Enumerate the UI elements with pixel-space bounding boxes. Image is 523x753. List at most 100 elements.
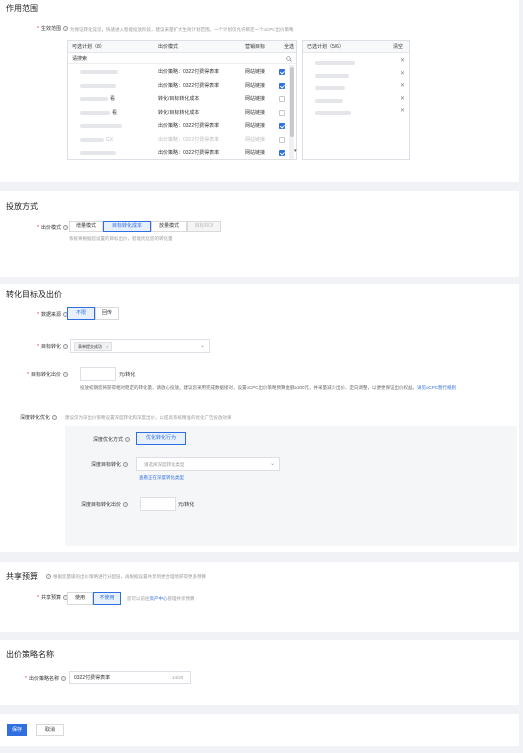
- selected-plan-row: ✕: [303, 70, 409, 81]
- available-scrollbar[interactable]: [289, 65, 294, 159]
- plan-row[interactable]: 出价策略：0322付费得表率 网站链接: [68, 120, 288, 132]
- budget-title: 共享预算: [6, 572, 38, 581]
- strategy-card: 出价策略名称 * 出价策略名称? 0322付费得表率 14/20: [0, 640, 519, 705]
- data-source-callback[interactable]: 回传: [95, 307, 119, 320]
- plan-name-redacted: [80, 151, 116, 155]
- plan-name-redacted: [80, 110, 110, 115]
- budget-note: 您可以前往资产中心管理共享预算: [127, 596, 195, 601]
- column-target: 营销目标: [245, 44, 266, 50]
- select-all-link[interactable]: 全选: [284, 44, 294, 50]
- plan-name-redacted: [80, 124, 122, 128]
- plan-row[interactable]: GX 出价策略：0322付费得表率 网站链接: [68, 134, 288, 146]
- plan-checkbox[interactable]: [279, 96, 285, 102]
- deep-method-label: 深度优化方式?: [93, 437, 131, 443]
- plan-checkbox[interactable]: [279, 69, 285, 75]
- deep-bid-label: 深度目标转化出价?: [81, 502, 129, 508]
- save-button[interactable]: 保存: [7, 724, 27, 736]
- plan-name-suffix: 看: [110, 96, 116, 102]
- tag-close-icon[interactable]: ×: [106, 344, 108, 349]
- plan-row[interactable]: 出价策略：0322付费得表率 网站链接: [68, 80, 288, 92]
- selected-header: 已选计划（5/6）: [307, 44, 344, 50]
- plan-target: 网站链接: [245, 69, 266, 75]
- strategy-name-label: * 出价策略名称?: [25, 676, 66, 682]
- plan-row[interactable]: 看 转化/目标转化成本 网站链接: [68, 93, 288, 105]
- plan-checkbox[interactable]: [279, 123, 285, 129]
- plan-target: 网站链接: [245, 109, 266, 116]
- plan-name-redacted: [80, 83, 116, 88]
- budget-not-use[interactable]: 不使用: [93, 592, 121, 605]
- plan-target: 网站链接: [245, 123, 266, 129]
- selected-plan-row: ✕: [303, 82, 409, 93]
- deep-target-link[interactable]: 查看正在深度转化类型: [139, 475, 184, 480]
- plan-checkbox[interactable]: [279, 109, 285, 116]
- chevron-down-icon[interactable]: ⌄: [200, 343, 205, 350]
- remove-icon[interactable]: ✕: [400, 96, 405, 103]
- plan-bid-mode: 转化/目标转化成本: [158, 109, 200, 116]
- plan-name-redacted: [80, 97, 108, 101]
- cancel-button[interactable]: 取消: [36, 724, 64, 736]
- target-bid-label: * 目标转化出价?: [27, 372, 68, 378]
- deep-opt-panel: 深度优化方式? 优化转化行为 深度目标转化? 请选择深度转化类型 ⌄ 查看正在深…: [65, 426, 517, 546]
- budget-label: * 共享预算?: [37, 595, 68, 601]
- target-bid-input[interactable]: [80, 367, 116, 381]
- deep-bid-input[interactable]: [140, 497, 176, 511]
- selected-plans-panel: 已选计划（5/6） 清空 ✕ ✕ ✕ ✕ ✕: [302, 40, 410, 160]
- asset-center-link[interactable]: 资产中心: [150, 596, 168, 601]
- bid-mode-incremental[interactable]: 增量模式: [69, 221, 103, 232]
- plan-row[interactable]: 看 转化/目标转化成本 网站链接: [68, 107, 288, 119]
- budget-hint: ! 根据您量级的出价策略进行分配层，再根据设置共享到更合理地获得更多预算: [46, 574, 206, 580]
- target-conversion-select[interactable]: 表单提交成功 × ⌄: [70, 339, 210, 353]
- bid-mode-hint: 系统将根据您设置的目标出价，智能优化您的转化量: [69, 236, 173, 241]
- bid-mode-roi: 目标ROI: [187, 221, 221, 232]
- help-icon: ?: [61, 676, 66, 682]
- search-icon[interactable]: [286, 56, 292, 62]
- scope-card: 作用范围 * 生效范围? 为保证转化竞见，快速进入智能投放阶段，建议采量扩大生效计…: [0, 0, 519, 182]
- plan-checkbox[interactable]: [279, 82, 285, 89]
- plan-bid-mode: 出价策略：0322付费得表率: [158, 123, 220, 129]
- bid-mode-volume[interactable]: 放量模式: [151, 221, 187, 232]
- available-header: 可选计划（8）: [72, 44, 105, 50]
- help-icon: ?: [63, 372, 68, 378]
- scrollbar-thumb[interactable]: [289, 67, 294, 137]
- clear-link[interactable]: 清空: [393, 44, 403, 50]
- delivery-title: 投放方式: [6, 202, 38, 211]
- selected-plan-row: ✕: [303, 57, 409, 68]
- remove-icon[interactable]: ✕: [400, 108, 405, 115]
- remove-icon[interactable]: ✕: [400, 71, 405, 78]
- chevron-down-icon[interactable]: ⌄: [270, 461, 275, 468]
- column-mode: 出价模式: [158, 44, 179, 50]
- help-icon: ?: [52, 415, 58, 421]
- plan-checkbox[interactable]: [279, 136, 285, 143]
- scope-title: 作用范围: [6, 4, 38, 13]
- plan-target: 网站链接: [245, 96, 266, 102]
- plan-row[interactable]: 出价策略：0322付费得表率 网站链接: [68, 147, 288, 159]
- effect-plan-hint: 为保证转化竞见，快速进入智能投放阶段，建议采量扩大生效计划范围。一个计划仅允许绑…: [70, 27, 294, 32]
- target-conversion-label: * 目标转化?: [37, 344, 68, 350]
- strategy-name-value[interactable]: 0322付费得表率: [74, 675, 110, 681]
- ocpc-rules-link[interactable]: 详见oCPC暂行规则: [417, 385, 456, 390]
- remove-icon[interactable]: ✕: [400, 58, 405, 65]
- help-icon: ?: [63, 225, 68, 231]
- bid-mode-label: * 出价模式?: [37, 225, 68, 231]
- plan-search-box[interactable]: 请搜索: [68, 54, 296, 64]
- chevron-down-icon[interactable]: ▾: [294, 148, 297, 154]
- plan-search-input[interactable]: 请搜索: [72, 56, 87, 62]
- selected-plan-name-redacted: [315, 98, 343, 103]
- strategy-name-counter: 14/20: [172, 675, 184, 680]
- bid-mode-target-cost[interactable]: 目标转化成本: [103, 221, 151, 232]
- plan-bid-mode: 出价策略：0322付费得表率: [158, 150, 220, 156]
- deep-method-button[interactable]: 优化转化行为: [136, 432, 186, 445]
- footer-bar: 保存 取消: [0, 714, 519, 746]
- data-source-unlimited[interactable]: 不限: [67, 307, 95, 320]
- deep-target-select[interactable]: 请选择深度转化类型 ⌄: [136, 457, 280, 471]
- plan-row[interactable]: 出价策略：0322付费得表率 网站链接: [68, 66, 288, 78]
- selected-plan-row: ✕: [303, 95, 409, 106]
- strategy-name-input[interactable]: 0322付费得表率 14/20: [69, 671, 191, 684]
- target-tag[interactable]: 表单提交成功 ×: [74, 342, 113, 351]
- budget-use[interactable]: 使用: [67, 592, 93, 605]
- remove-icon[interactable]: ✕: [400, 83, 405, 90]
- plan-bid-mode: 出价策略：0322付费得表率: [158, 136, 220, 143]
- info-icon: !: [46, 574, 51, 580]
- target-bid-unit: 元/转化: [119, 372, 136, 378]
- plan-checkbox[interactable]: [279, 150, 285, 156]
